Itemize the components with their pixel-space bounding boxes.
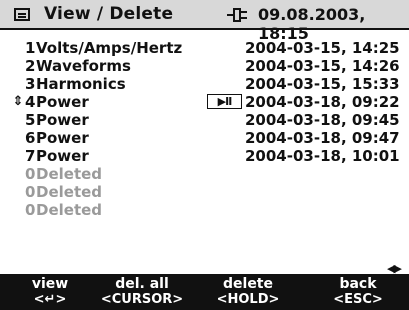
item-name: Deleted (36, 165, 103, 183)
play-pause-icon[interactable]: ▶II (207, 94, 242, 109)
item-number: 4 (25, 93, 36, 111)
item-number: 0 (25, 183, 36, 201)
item-name: Deleted (36, 183, 103, 201)
softkey-label: del. all (115, 276, 169, 292)
softkey-key: <↵> (33, 292, 67, 307)
list-item-deleted: 0 Deleted (0, 201, 409, 219)
item-date: 2004-03-15, 14:26 (245, 57, 400, 75)
delete-all-softkey[interactable]: del. all <CURSOR> (92, 274, 192, 310)
item-number: 1 (25, 39, 36, 57)
softkey-key: <HOLD> (216, 292, 280, 307)
menu-icon[interactable] (14, 8, 30, 21)
item-date: 2004-03-18, 09:45 (245, 111, 400, 129)
softkey-label: delete (223, 276, 273, 292)
softkey-bar: view <↵> del. all <CURSOR> delete <HOLD>… (0, 274, 409, 310)
list-item-selected[interactable]: ⇕ 4 Power ▶II 2004-03-18, 09:22 (0, 93, 409, 111)
softkey-label: back (339, 276, 377, 292)
delete-softkey[interactable]: delete <HOLD> (206, 274, 290, 310)
softkey-key: <CURSOR> (100, 292, 184, 307)
item-number: 5 (25, 111, 36, 129)
list-item[interactable]: 6 Power 2004-03-18, 09:47 (0, 129, 409, 147)
item-date: 2004-03-18, 09:22 (245, 93, 400, 111)
item-date: 2004-03-18, 10:01 (245, 147, 400, 165)
view-delete-screen: View / Delete 09.08.2003, 18:15 1 Volts/… (0, 0, 409, 310)
item-name: Harmonics (36, 75, 126, 93)
item-number: 0 (25, 165, 36, 183)
item-number: 7 (25, 147, 36, 165)
softkey-label: view (31, 276, 69, 292)
list-item[interactable]: 7 Power 2004-03-18, 10:01 (0, 147, 409, 165)
item-name: Power (36, 93, 89, 111)
list-item[interactable]: 5 Power 2004-03-18, 09:45 (0, 111, 409, 129)
item-date: 2004-03-15, 15:33 (245, 75, 400, 93)
view-softkey[interactable]: view <↵> (10, 274, 90, 310)
item-name: Waveforms (36, 57, 131, 75)
item-number: 2 (25, 57, 36, 75)
header-datetime: 09.08.2003, 18:15 (258, 5, 366, 43)
item-number: 3 (25, 75, 36, 93)
softkey-key: <ESC> (333, 292, 383, 307)
list-item[interactable]: 1 Volts/Amps/Hertz 2004-03-15, 14:25 (0, 39, 409, 57)
item-number: 6 (25, 129, 36, 147)
list-item-deleted: 0 Deleted (0, 183, 409, 201)
item-number: 0 (25, 201, 36, 219)
item-name: Power (36, 111, 89, 129)
screen-title: View / Delete (44, 4, 174, 24)
list-item[interactable]: 2 Waveforms 2004-03-15, 14:26 (0, 57, 409, 75)
list-item-deleted: 0 Deleted (0, 165, 409, 183)
item-name: Volts/Amps/Hertz (36, 39, 183, 57)
cursor-updown-icon: ⇕ (12, 94, 24, 109)
item-name: Power (36, 129, 89, 147)
header-bar: View / Delete 09.08.2003, 18:15 (0, 0, 409, 43)
back-softkey[interactable]: back <ESC> (318, 274, 398, 310)
recordings-list: 1 Volts/Amps/Hertz 2004-03-15, 14:25 2 W… (0, 39, 409, 219)
plug-icon (227, 8, 247, 22)
list-item[interactable]: 3 Harmonics 2004-03-15, 15:33 (0, 75, 409, 93)
item-name: Deleted (36, 201, 103, 219)
item-date: 2004-03-15, 14:25 (245, 39, 400, 57)
item-date: 2004-03-18, 09:47 (245, 129, 400, 147)
item-name: Power (36, 147, 89, 165)
